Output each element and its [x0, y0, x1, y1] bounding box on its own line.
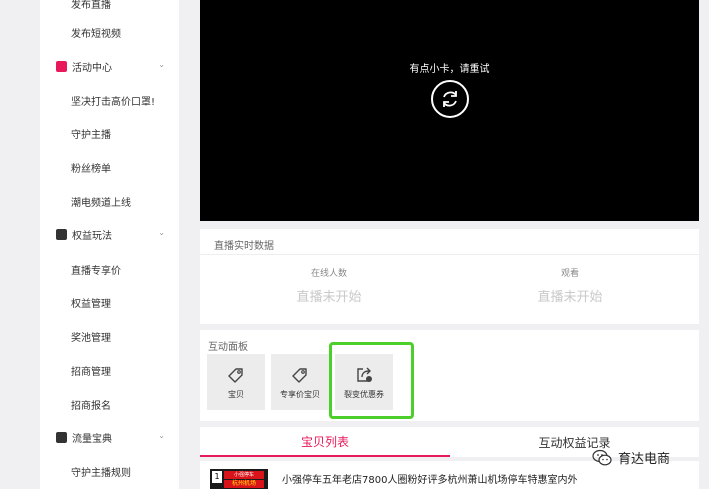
viewers-value: 直播未开始 [537, 290, 603, 305]
realtime-title: 直播实时数据 [214, 241, 274, 252]
sidebar-item-label: 招商报名 [71, 400, 111, 412]
sidebar-item[interactable]: 粉丝榜单 [40, 155, 179, 179]
page-background-right [699, 0, 709, 489]
sidebar-item-live-publish[interactable]: 发布直播 [40, 0, 179, 15]
sidebar-item[interactable]: 守护主播 [40, 121, 179, 145]
sidebar-item[interactable]: 招商报名 [40, 392, 179, 416]
sidebar-item-label: 坚决打击高价口罩! [71, 96, 156, 108]
realtime-data-panel: 直播实时数据 在线人数 直播未开始 观看 直播未开始 [200, 229, 699, 324]
sidebar-group-label: 权益玩法 [72, 230, 112, 242]
sidebar-item-label: 守护主播 [71, 129, 111, 141]
watermark-text: 育达电商 [618, 452, 671, 467]
sidebar-item-label: 招商管理 [71, 366, 111, 378]
online-count-label: 在线人数 [310, 269, 347, 279]
tab-label: 宝贝列表 [300, 434, 349, 449]
sidebar-group[interactable]: 流量宝典 ⌄ [40, 425, 179, 449]
wallet-icon [56, 228, 67, 240]
tile-label: 宝贝 [228, 390, 244, 399]
chevron-down-icon[interactable]: ⌄ [158, 431, 165, 440]
sidebar-item-label: 潮电频道上线 [71, 197, 131, 209]
sidebar-item[interactable]: 坚决打击高价口罩! [40, 88, 179, 112]
thumb-tag: 小强停车 [224, 471, 264, 479]
reload-icon[interactable] [431, 80, 469, 118]
tag-icon [292, 368, 307, 383]
viewers-label: 观看 [560, 269, 579, 279]
sidebar-group[interactable]: 活动中心 ⌄ [40, 54, 179, 78]
video-error-message: 有点小卡，请重试 [409, 64, 490, 75]
product-index: 1 [212, 471, 222, 483]
sidebar-item-label: 权益管理 [71, 298, 111, 310]
tab-product-list[interactable]: 宝贝列表 [200, 427, 450, 457]
product-title: 小强停车五年老店7800人圈粉好评多杭州萧山机场停车特惠室内外 [282, 475, 578, 486]
sidebar-item-label: 发布短视频 [71, 28, 121, 40]
online-count-value: 直播未开始 [296, 290, 362, 305]
watermark: 育达电商 [592, 448, 670, 467]
wechat-logo-icon [592, 449, 612, 465]
sidebar-item-label: 守护主播规则 [71, 467, 131, 479]
content-gap [179, 0, 200, 489]
sidebar-item[interactable]: 发布短视频 [40, 20, 179, 44]
sidebar-item[interactable]: 奖池管理 [40, 324, 179, 348]
sidebar-group[interactable]: 权益玩法 ⌄ [40, 222, 179, 246]
tag-icon [228, 368, 243, 383]
chevron-down-icon[interactable]: ⌄ [158, 60, 165, 69]
gift-icon [56, 60, 67, 72]
tile-label: 专享价宝贝 [280, 390, 320, 399]
page-background-left [0, 0, 40, 489]
sidebar-item-label: 粉丝榜单 [71, 163, 111, 175]
sidebar-item[interactable]: 招商管理 [40, 358, 179, 382]
sidebar-item-label: 直播专享价 [71, 265, 121, 277]
interactive-title: 互动面板 [208, 342, 248, 353]
sidebar-item-label: 奖池管理 [71, 332, 111, 344]
sidebar-group-label: 活动中心 [72, 62, 112, 74]
chart-icon [56, 431, 67, 443]
tile-baby[interactable]: 宝贝 [207, 354, 265, 410]
sidebar-item[interactable]: 守护主播规则 [40, 459, 179, 483]
divider [200, 254, 699, 255]
sidebar-item-label: 发布直播 [71, 0, 111, 11]
sidebar-item[interactable]: 潮电频道上线 [40, 189, 179, 213]
highlight-box [329, 342, 414, 419]
tile-exclusive-price[interactable]: 专享价宝贝 [271, 354, 329, 410]
product-thumbnail: 1 小强停车 杭州机场 [210, 469, 268, 489]
sidebar-item[interactable]: 权益管理 [40, 290, 179, 314]
chevron-down-icon[interactable]: ⌄ [158, 228, 165, 237]
thumb-tag-2: 杭州机场 [224, 480, 264, 488]
sidebar-group-label: 流量宝典 [72, 433, 112, 445]
sidebar-item[interactable]: 直播专享价 [40, 257, 179, 281]
sidebar: 发布直播 发布短视频 活动中心 ⌄ 坚决打击高价口罩! 守护主播 粉丝榜单 潮电频道上线 权益… [40, 0, 179, 489]
